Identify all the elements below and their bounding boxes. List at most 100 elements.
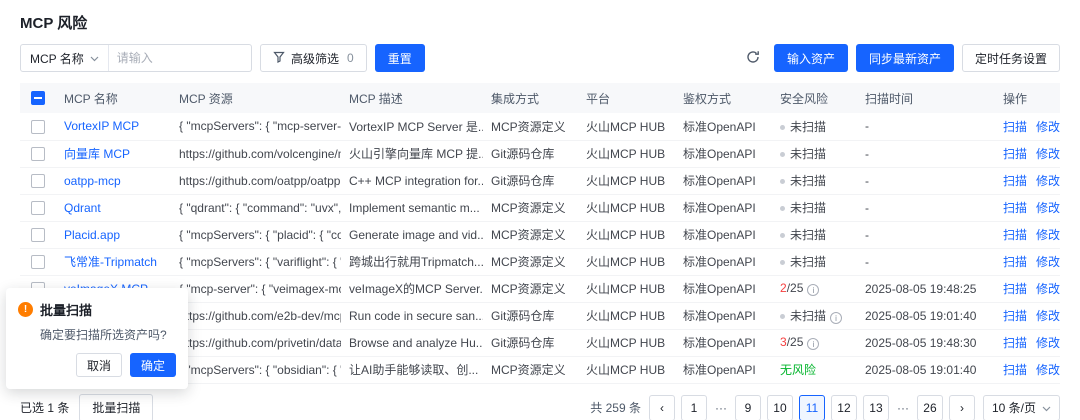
mcp-resource-cell: https://github.com/privetin/dataset-view…: [171, 329, 341, 356]
mcp-name-link[interactable]: 向量库 MCP: [64, 147, 130, 161]
row-checkbox[interactable]: [31, 201, 45, 215]
column-header: MCP 名称: [56, 83, 171, 113]
platform-cell: 火山MCP HUB: [578, 275, 675, 302]
edit-link[interactable]: 修改: [1036, 201, 1060, 215]
scan-link[interactable]: 扫描: [1003, 309, 1027, 323]
mcp-resource-cell: https://github.com/oatpp/oatpp-mcp@main: [171, 167, 341, 194]
mcp-resource-cell: { "mcpServers": { "mcp-server-vortexip":…: [171, 113, 341, 140]
scan-time-cell: 2025-08-05 19:01:40: [857, 302, 995, 329]
scan-link[interactable]: 扫描: [1003, 147, 1027, 161]
auth-cell: 标准OpenAPI: [675, 329, 772, 356]
mcp-name-link[interactable]: oatpp-mcp: [64, 174, 121, 188]
risk-status-label: 未扫描: [790, 309, 826, 323]
mcp-description-cell: C++ MCP integration for...: [341, 167, 483, 194]
mcp-name-link[interactable]: VortexIP MCP: [64, 119, 139, 133]
edit-link[interactable]: 修改: [1036, 120, 1060, 134]
info-icon[interactable]: i: [807, 338, 819, 350]
mcp-name-link[interactable]: 飞常准-Tripmatch: [64, 255, 157, 269]
edit-link[interactable]: 修改: [1036, 228, 1060, 242]
integration-cell: MCP资源定义: [483, 194, 578, 221]
advanced-filter-button[interactable]: 高级筛选 0: [260, 44, 367, 72]
cron-settings-button[interactable]: 定时任务设置: [962, 44, 1060, 72]
mcp-description-cell: 让AI助手能够读取、创...: [341, 356, 483, 383]
prev-page-button[interactable]: ‹: [649, 395, 675, 420]
reset-button[interactable]: 重置: [375, 44, 425, 72]
edit-link[interactable]: 修改: [1036, 255, 1060, 269]
sync-assets-button[interactable]: 同步最新资产: [856, 44, 954, 72]
next-page-button[interactable]: ›: [949, 395, 975, 420]
risk-cell: 未扫描: [772, 248, 857, 275]
integration-cell: MCP资源定义: [483, 356, 578, 383]
auth-cell: 标准OpenAPI: [675, 221, 772, 248]
scan-link[interactable]: 扫描: [1003, 228, 1027, 242]
risk-score-value: 3: [780, 335, 787, 349]
scan-link[interactable]: 扫描: [1003, 363, 1027, 377]
scan-time-cell: -: [857, 167, 995, 194]
unscanned-dot-icon: [780, 125, 785, 130]
field-select[interactable]: MCP 名称: [21, 45, 109, 71]
mcp-name-link[interactable]: Placid.app: [64, 228, 120, 242]
unscanned-dot-icon: [780, 179, 785, 184]
page-button[interactable]: 26: [917, 395, 943, 420]
info-icon[interactable]: i: [830, 312, 842, 324]
auth-cell: 标准OpenAPI: [675, 194, 772, 221]
scan-link[interactable]: 扫描: [1003, 255, 1027, 269]
table-row: VortexIP MCP { "mcpServers": { "mcp-serv…: [20, 113, 1060, 140]
integration-cell: Git源码仓库: [483, 329, 578, 356]
unscanned-dot-icon: [780, 152, 785, 157]
auth-cell: 标准OpenAPI: [675, 356, 772, 383]
page-button[interactable]: 9: [735, 395, 761, 420]
info-icon[interactable]: i: [807, 284, 819, 296]
cancel-button[interactable]: 取消: [76, 353, 122, 377]
edit-link[interactable]: 修改: [1036, 336, 1060, 350]
edit-link[interactable]: 修改: [1036, 282, 1060, 296]
platform-cell: 火山MCP HUB: [578, 113, 675, 140]
unscanned-dot-icon: [780, 260, 785, 265]
integration-cell: MCP资源定义: [483, 275, 578, 302]
scan-link[interactable]: 扫描: [1003, 201, 1027, 215]
edit-link[interactable]: 修改: [1036, 147, 1060, 161]
page-size-select[interactable]: 10 条/页: [983, 395, 1060, 420]
operations-cell: 扫描修改: [995, 221, 1060, 248]
scan-time-cell: -: [857, 140, 995, 167]
edit-link[interactable]: 修改: [1036, 174, 1060, 188]
edit-link[interactable]: 修改: [1036, 309, 1060, 323]
row-checkbox[interactable]: [31, 120, 45, 134]
row-checkbox[interactable]: [31, 174, 45, 188]
scan-link[interactable]: 扫描: [1003, 120, 1027, 134]
popconfirm-header: 批量扫描: [18, 300, 176, 319]
risk-status-label: 未扫描: [790, 147, 826, 161]
row-checkbox[interactable]: [31, 228, 45, 242]
select-all-checkbox[interactable]: [31, 91, 45, 105]
mcp-description-cell: Generate image and vid...: [341, 221, 483, 248]
platform-cell: 火山MCP HUB: [578, 356, 675, 383]
toolbar: MCP 名称 高级筛选 0 重置 输入资产 同步最新资产 定时任务设置: [0, 43, 1080, 73]
page-button[interactable]: 11: [799, 395, 825, 420]
mcp-name-link[interactable]: Qdrant: [64, 201, 101, 215]
total-count-text: 共 259 条: [590, 399, 641, 416]
import-assets-button[interactable]: 输入资产: [774, 44, 848, 72]
refresh-button[interactable]: [740, 45, 766, 71]
table-head-row: MCP 名称MCP 资源MCP 描述集成方式平台鉴权方式安全风险扫描时间操作: [20, 83, 1060, 113]
page-button[interactable]: 10: [767, 395, 793, 420]
mcp-resource-cell: { "mcp-server": { "veimagex-mcp": { "com…: [171, 275, 341, 302]
page-ellipsis: ···: [713, 401, 729, 415]
scan-link[interactable]: 扫描: [1003, 174, 1027, 188]
scan-link[interactable]: 扫描: [1003, 336, 1027, 350]
mcp-description-cell: 跨城出行就用Tripmatch...: [341, 248, 483, 275]
search-input[interactable]: [109, 45, 251, 71]
platform-cell: 火山MCP HUB: [578, 302, 675, 329]
confirm-button[interactable]: 确定: [130, 353, 176, 377]
row-checkbox[interactable]: [31, 147, 45, 161]
batch-scan-button[interactable]: 批量扫描: [79, 394, 153, 420]
operations-cell: 扫描修改: [995, 329, 1060, 356]
edit-link[interactable]: 修改: [1036, 363, 1060, 377]
auth-cell: 标准OpenAPI: [675, 113, 772, 140]
page-button[interactable]: 13: [863, 395, 889, 420]
row-checkbox[interactable]: [31, 255, 45, 269]
page-button[interactable]: 12: [831, 395, 857, 420]
popconfirm-actions: 取消 确定: [18, 353, 176, 377]
page-button[interactable]: 1: [681, 395, 707, 420]
unscanned-dot-icon: [780, 314, 785, 319]
scan-link[interactable]: 扫描: [1003, 282, 1027, 296]
